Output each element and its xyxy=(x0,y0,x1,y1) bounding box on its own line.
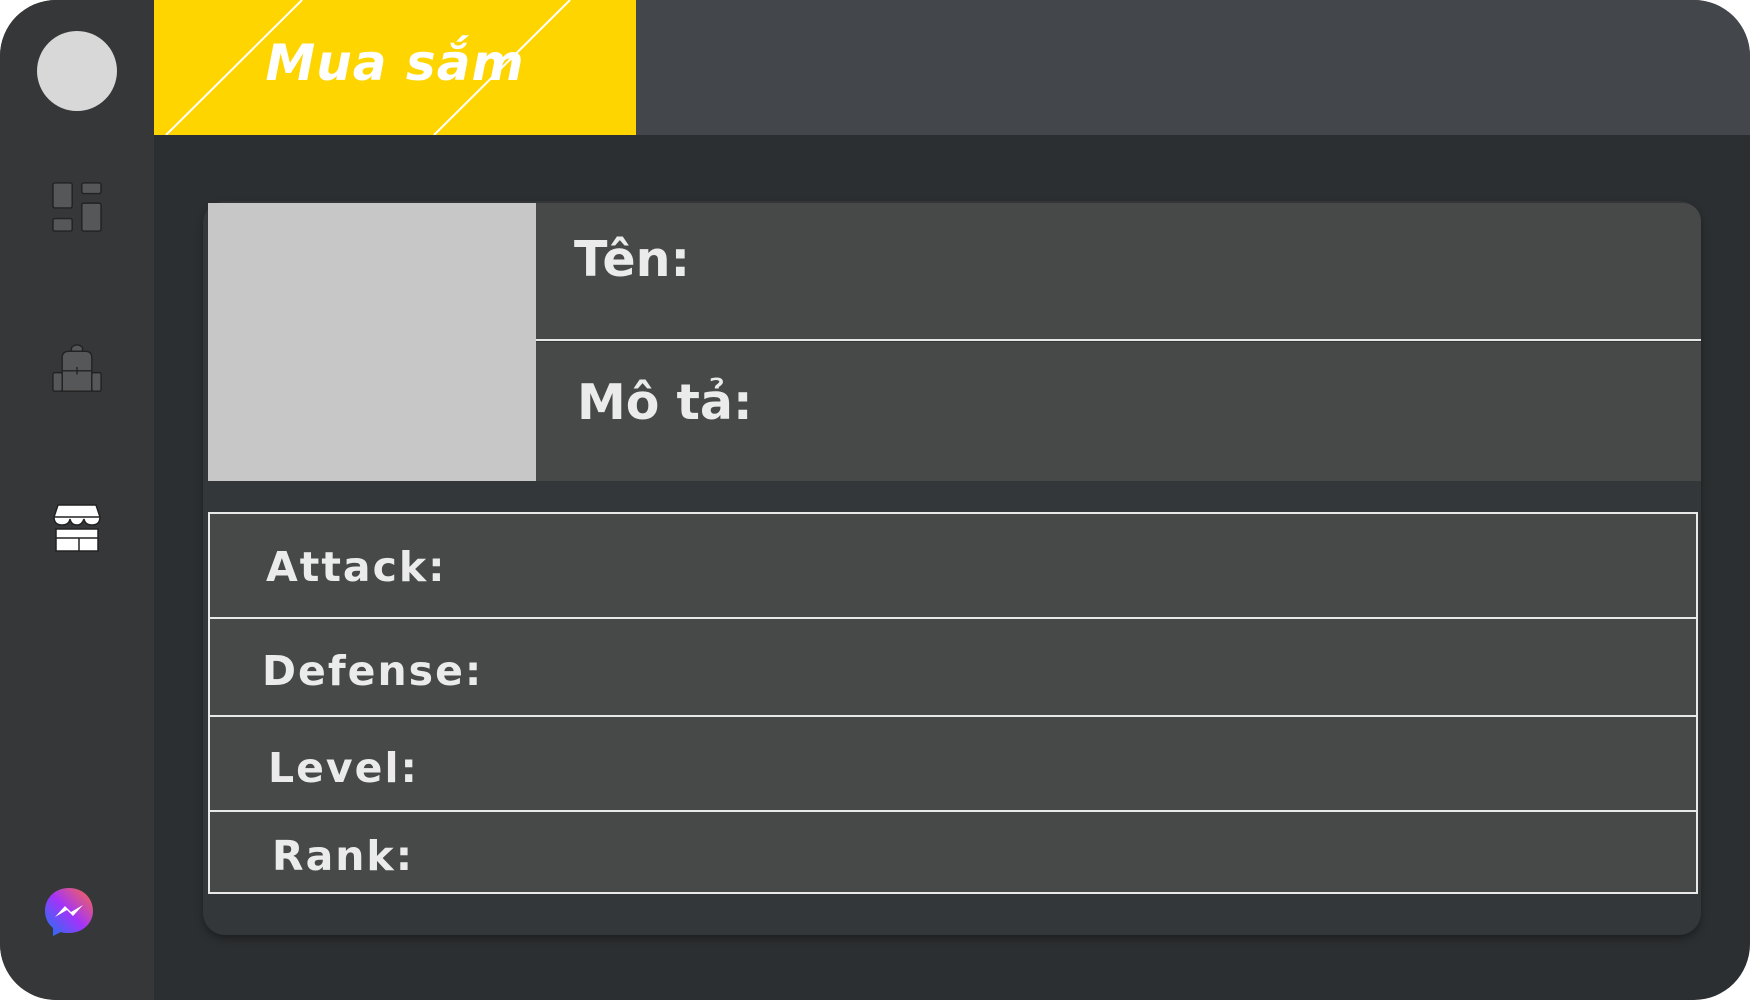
avatar[interactable] xyxy=(37,31,117,111)
item-description-row: Mô tả: xyxy=(536,342,1701,481)
tab-shop[interactable]: Mua sắm xyxy=(154,0,636,135)
level-label: Level: xyxy=(268,744,419,792)
item-image-placeholder xyxy=(208,203,536,481)
rank-label: Rank: xyxy=(272,832,415,880)
stats-table: Attack: Defense: Level: Rank: xyxy=(208,512,1698,894)
attack-label: Attack: xyxy=(266,543,447,591)
messenger-icon[interactable] xyxy=(43,886,93,936)
stat-row-attack: Attack: xyxy=(210,514,1696,617)
defense-label: Defense: xyxy=(262,647,484,695)
sidebar xyxy=(0,0,154,1000)
tab-title: Mua sắm xyxy=(265,34,525,92)
shop-icon[interactable] xyxy=(52,503,102,553)
backpack-icon[interactable] xyxy=(52,343,102,393)
stat-row-level: Level: xyxy=(210,715,1696,810)
dashboard-icon[interactable] xyxy=(52,182,102,232)
item-name-label: Tên: xyxy=(574,231,691,288)
item-description-label: Mô tả: xyxy=(577,374,753,431)
app-window: Mua sắm Tên: Mô tả: Attack: Defense: Lev… xyxy=(0,0,1750,1000)
stat-row-defense: Defense: xyxy=(210,617,1696,715)
item-name-row: Tên: xyxy=(536,203,1701,341)
stat-row-rank: Rank: xyxy=(210,810,1696,892)
